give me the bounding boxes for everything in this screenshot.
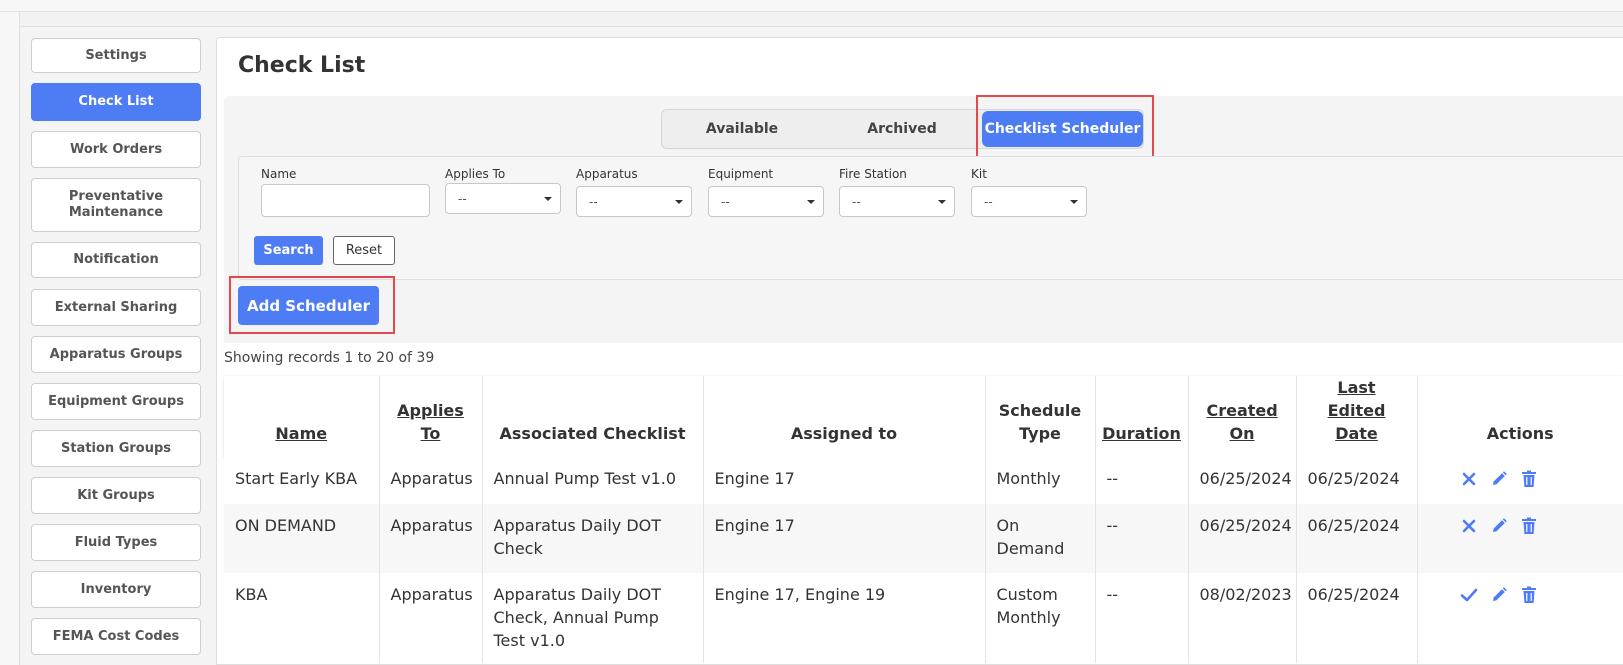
fire-station-filter-label: Fire Station xyxy=(839,167,907,181)
apparatus-select[interactable]: -- xyxy=(576,186,692,217)
cell-applies-to: Apparatus xyxy=(378,504,482,573)
equipment-select[interactable]: -- xyxy=(708,186,824,217)
add-scheduler-button[interactable]: Add Scheduler xyxy=(238,286,379,325)
cell-duration: -- xyxy=(1094,504,1188,573)
cell-applies-to: Apparatus xyxy=(378,573,482,663)
sidebar-item-settings[interactable]: Settings xyxy=(31,38,201,73)
fire-station-select[interactable]: -- xyxy=(839,186,955,217)
cell-actions xyxy=(1416,573,1623,663)
sidebar-item-notification[interactable]: Notification xyxy=(31,242,201,278)
sidebar-item-fema-cost-codes[interactable]: FEMA Cost Codes xyxy=(31,618,201,655)
left-strip xyxy=(0,12,20,665)
sidebar-item-work-orders[interactable]: Work Orders xyxy=(31,131,201,168)
apparatus-value: -- xyxy=(589,194,598,209)
sidebar-item-apparatus-groups[interactable]: Apparatus Groups xyxy=(31,336,201,373)
cell-checklist: Apparatus Daily DOT Check xyxy=(481,504,703,573)
sidebar-item-kit-groups[interactable]: Kit Groups xyxy=(31,477,201,514)
table-row: ON DEMAND Apparatus Apparatus Daily DOT … xyxy=(224,504,1623,573)
scheduler-table: Name Applies To Associated Checklist Ass… xyxy=(224,376,1623,663)
col-header-assigned-to: Assigned to xyxy=(702,376,985,457)
x-icon[interactable] xyxy=(1459,469,1479,489)
equipment-value: -- xyxy=(721,194,730,209)
cell-last-edited: 06/25/2024 xyxy=(1295,573,1417,663)
trash-icon[interactable] xyxy=(1519,516,1539,536)
tab-available[interactable]: Available xyxy=(662,110,822,148)
col-header-applies-to[interactable]: Applies To xyxy=(378,376,482,457)
cell-name: ON DEMAND xyxy=(235,516,337,535)
sidebar-item-station-groups[interactable]: Station Groups xyxy=(31,430,201,467)
sidebar-item-preventative-maintenance[interactable]: Preventative Maintenance xyxy=(31,178,201,232)
cell-created-on: 06/25/2024 xyxy=(1187,504,1296,573)
col-header-schedule-type: Schedule Type xyxy=(984,376,1095,457)
cell-assigned-to: Engine 17, Engine 19 xyxy=(702,573,985,663)
cell-schedule-type: Custom Monthly xyxy=(984,573,1095,663)
edit-pencil-icon[interactable] xyxy=(1489,585,1509,605)
kit-filter-label: Kit xyxy=(971,167,987,181)
applies-to-filter-label: Applies To xyxy=(445,167,506,181)
page-title: Check List xyxy=(238,53,366,78)
name-filter-label: Name xyxy=(261,167,297,181)
cell-duration: -- xyxy=(1094,457,1188,504)
chevron-down-icon xyxy=(544,196,552,201)
trash-icon[interactable] xyxy=(1519,585,1539,605)
cell-assigned-to: Engine 17 xyxy=(702,504,985,573)
kit-select[interactable]: -- xyxy=(971,186,1087,217)
search-button[interactable]: Search xyxy=(254,236,323,265)
col-header-associated-checklist: Associated Checklist xyxy=(481,376,703,457)
col-header-created-on[interactable]: Created On xyxy=(1187,376,1296,457)
tab-archived[interactable]: Archived xyxy=(822,110,982,148)
cell-assigned-to: Engine 17 xyxy=(702,457,985,504)
table-row: Start Early KBA Apparatus Annual Pump Te… xyxy=(224,457,1623,504)
sidebar-item-fluid-types[interactable]: Fluid Types xyxy=(31,524,201,561)
chevron-down-icon xyxy=(675,199,683,204)
kit-value: -- xyxy=(984,194,993,209)
col-header-actions: Actions xyxy=(1416,376,1623,457)
cell-created-on: 06/25/2024 xyxy=(1187,457,1296,504)
chevron-down-icon xyxy=(938,199,946,204)
sidebar-item-check-list[interactable]: Check List xyxy=(31,83,201,121)
sidebar-item-equipment-groups[interactable]: Equipment Groups xyxy=(31,383,201,420)
col-header-name[interactable]: Name xyxy=(224,376,379,457)
check-icon[interactable] xyxy=(1459,585,1479,605)
tab-bar: Available Archived Checklist Scheduler xyxy=(661,109,1144,149)
sidebar-item-inventory[interactable]: Inventory xyxy=(31,571,201,608)
applies-to-select[interactable]: -- xyxy=(445,183,561,214)
reset-button[interactable]: Reset xyxy=(333,236,395,265)
cell-name: Start Early KBA xyxy=(235,469,358,488)
col-header-last-edited-date[interactable]: Last Edited Date xyxy=(1295,376,1417,457)
records-count: Showing records 1 to 20 of 39 xyxy=(224,350,435,366)
applies-to-value: -- xyxy=(458,191,467,206)
equipment-filter-label: Equipment xyxy=(708,167,774,181)
x-icon[interactable] xyxy=(1459,516,1479,536)
cell-actions xyxy=(1416,457,1623,504)
cell-created-on: 08/02/2023 xyxy=(1187,573,1296,663)
apparatus-filter-label: Apparatus xyxy=(576,167,638,181)
cell-checklist: Annual Pump Test v1.0 xyxy=(481,457,703,504)
table-header-row: Name Applies To Associated Checklist Ass… xyxy=(224,376,1623,457)
edit-pencil-icon[interactable] xyxy=(1489,516,1509,536)
cell-actions xyxy=(1416,504,1623,573)
tab-checklist-scheduler[interactable]: Checklist Scheduler xyxy=(982,111,1143,147)
chevron-down-icon xyxy=(807,199,815,204)
col-header-duration[interactable]: Duration xyxy=(1094,376,1188,457)
cell-checklist: Apparatus Daily DOT Check, Annual Pump T… xyxy=(481,573,703,663)
fire-station-value: -- xyxy=(852,194,861,209)
cell-applies-to: Apparatus xyxy=(378,457,482,504)
name-filter-input[interactable] xyxy=(261,184,430,217)
cell-schedule-type: Monthly xyxy=(984,457,1095,504)
edit-pencil-icon[interactable] xyxy=(1489,469,1509,489)
cell-last-edited: 06/25/2024 xyxy=(1295,457,1417,504)
chevron-down-icon xyxy=(1070,199,1078,204)
browser-top-bar xyxy=(0,0,1623,12)
cell-name: KBA xyxy=(235,585,268,604)
trash-icon[interactable] xyxy=(1519,469,1539,489)
table-row: KBA Apparatus Apparatus Daily DOT Check,… xyxy=(224,573,1623,663)
sidebar-item-external-sharing[interactable]: External Sharing xyxy=(31,289,201,326)
cell-schedule-type: On Demand xyxy=(984,504,1095,573)
cell-duration: -- xyxy=(1094,573,1188,663)
cell-last-edited: 06/25/2024 xyxy=(1295,504,1417,573)
